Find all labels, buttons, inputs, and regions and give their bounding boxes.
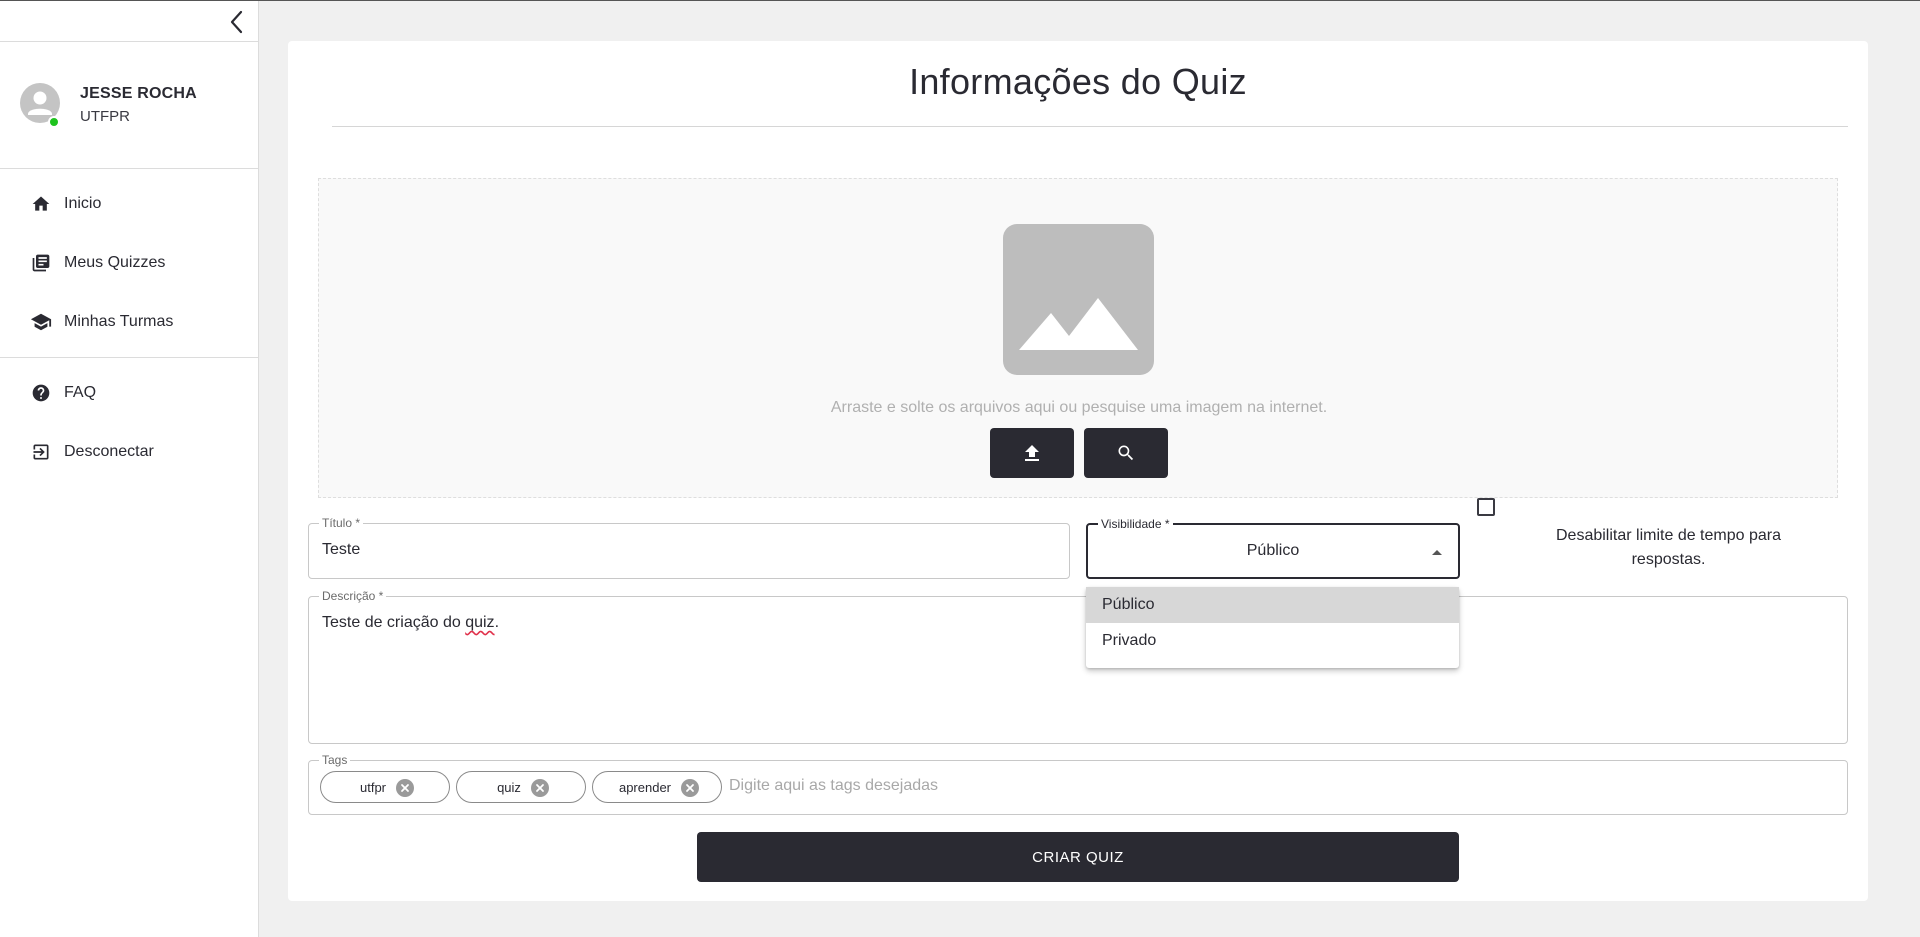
logout-icon	[30, 441, 52, 463]
sidebar-item-label: FAQ	[64, 384, 97, 401]
user-organization: UTFPR	[80, 108, 130, 125]
disable-time-limit-checkbox[interactable]	[1477, 498, 1495, 516]
chevron-left-icon	[230, 10, 243, 34]
sidebar-divider	[0, 168, 259, 169]
tags-field[interactable]: Tags utfpr quiz aprender	[308, 752, 1848, 815]
misspelled-word: quiz	[465, 614, 495, 631]
tag-chip-label: utfpr	[359, 779, 386, 795]
tag-chip-label: quiz	[497, 779, 521, 795]
online-status-indicator	[48, 116, 60, 128]
sidebar-item-meus-quizzes[interactable]: Meus Quizzes	[0, 241, 259, 285]
help-circle-icon	[30, 382, 52, 404]
sidebar-item-inicio[interactable]: Inicio	[0, 182, 259, 226]
user-profile: JESSE ROCHA UTFPR	[20, 83, 250, 133]
image-dropzone[interactable]: Arraste e solte os arquivos aqui ou pesq…	[318, 178, 1838, 498]
sidebar-item-label: Inicio	[64, 195, 102, 212]
remove-tag-icon[interactable]	[396, 779, 414, 797]
visibility-select-value: Público	[1246, 542, 1300, 559]
collapse-sidebar-button[interactable]	[222, 7, 252, 37]
tags-input[interactable]	[729, 777, 1329, 795]
sidebar-divider	[0, 41, 259, 42]
disable-time-limit-label: Desabilitar limite de tempo para respost…	[1556, 527, 1781, 568]
remove-tag-icon[interactable]	[531, 779, 549, 797]
description-text: Teste de criação do	[322, 614, 466, 631]
sidebar-item-label: Desconectar	[64, 443, 154, 460]
library-books-icon	[30, 252, 52, 274]
tag-chip: aprender	[592, 771, 722, 803]
upload-icon	[1025, 445, 1039, 461]
visibility-option-privado[interactable]: Privado	[1086, 623, 1459, 659]
sidebar-item-minhas-turmas[interactable]: Minhas Turmas	[0, 300, 259, 344]
sidebar-item-desconectar[interactable]: Desconectar	[0, 430, 259, 474]
visibility-select-label: Visibilidade *	[1098, 516, 1173, 532]
search-icon	[1118, 445, 1134, 461]
create-quiz-button[interactable]: CRIAR QUIZ	[697, 832, 1459, 882]
tag-chip: quiz	[456, 771, 586, 803]
dropdown-arrow-up-icon	[1432, 550, 1442, 555]
sidebar-item-label: Meus Quizzes	[64, 254, 166, 271]
dropzone-hint: Arraste e solte os arquivos aqui ou pesq…	[830, 399, 1328, 416]
remove-tag-icon[interactable]	[681, 779, 699, 797]
tags-field-label: Tags	[319, 752, 351, 768]
title-field-label: Título *	[319, 515, 364, 531]
description-field-label: Descrição *	[319, 588, 387, 604]
description-field[interactable]: Descrição * Teste de criação do quiz.	[308, 588, 1848, 744]
description-field-value: Teste de criação do quiz.	[322, 614, 499, 632]
visibility-dropdown-menu: Público Privado	[1086, 587, 1459, 668]
school-icon	[30, 311, 52, 333]
description-text-end: .	[494, 614, 500, 631]
tag-chip-label: aprender	[618, 779, 672, 795]
image-placeholder-icon	[1003, 224, 1154, 375]
upload-image-button[interactable]	[990, 428, 1074, 478]
sidebar-divider	[0, 357, 259, 358]
title-field-value: Teste	[322, 541, 361, 558]
tag-chip: utfpr	[320, 771, 450, 803]
page-title: Informações do Quiz	[909, 61, 1247, 102]
home-icon	[30, 193, 52, 215]
title-divider	[332, 126, 1848, 127]
user-name: JESSE ROCHA	[80, 85, 197, 102]
title-field[interactable]: Título * Teste	[308, 515, 1070, 579]
search-image-button[interactable]	[1084, 428, 1168, 478]
sidebar-item-label: Minhas Turmas	[64, 313, 174, 330]
sidebar: JESSE ROCHA UTFPR Inicio Meus Quizzes Mi…	[0, 1, 259, 937]
top-border	[0, 0, 1920, 1]
visibility-select[interactable]: Visibilidade * Público	[1086, 516, 1460, 579]
visibility-option-publico[interactable]: Público	[1086, 587, 1459, 623]
sidebar-item-faq[interactable]: FAQ	[0, 371, 259, 415]
